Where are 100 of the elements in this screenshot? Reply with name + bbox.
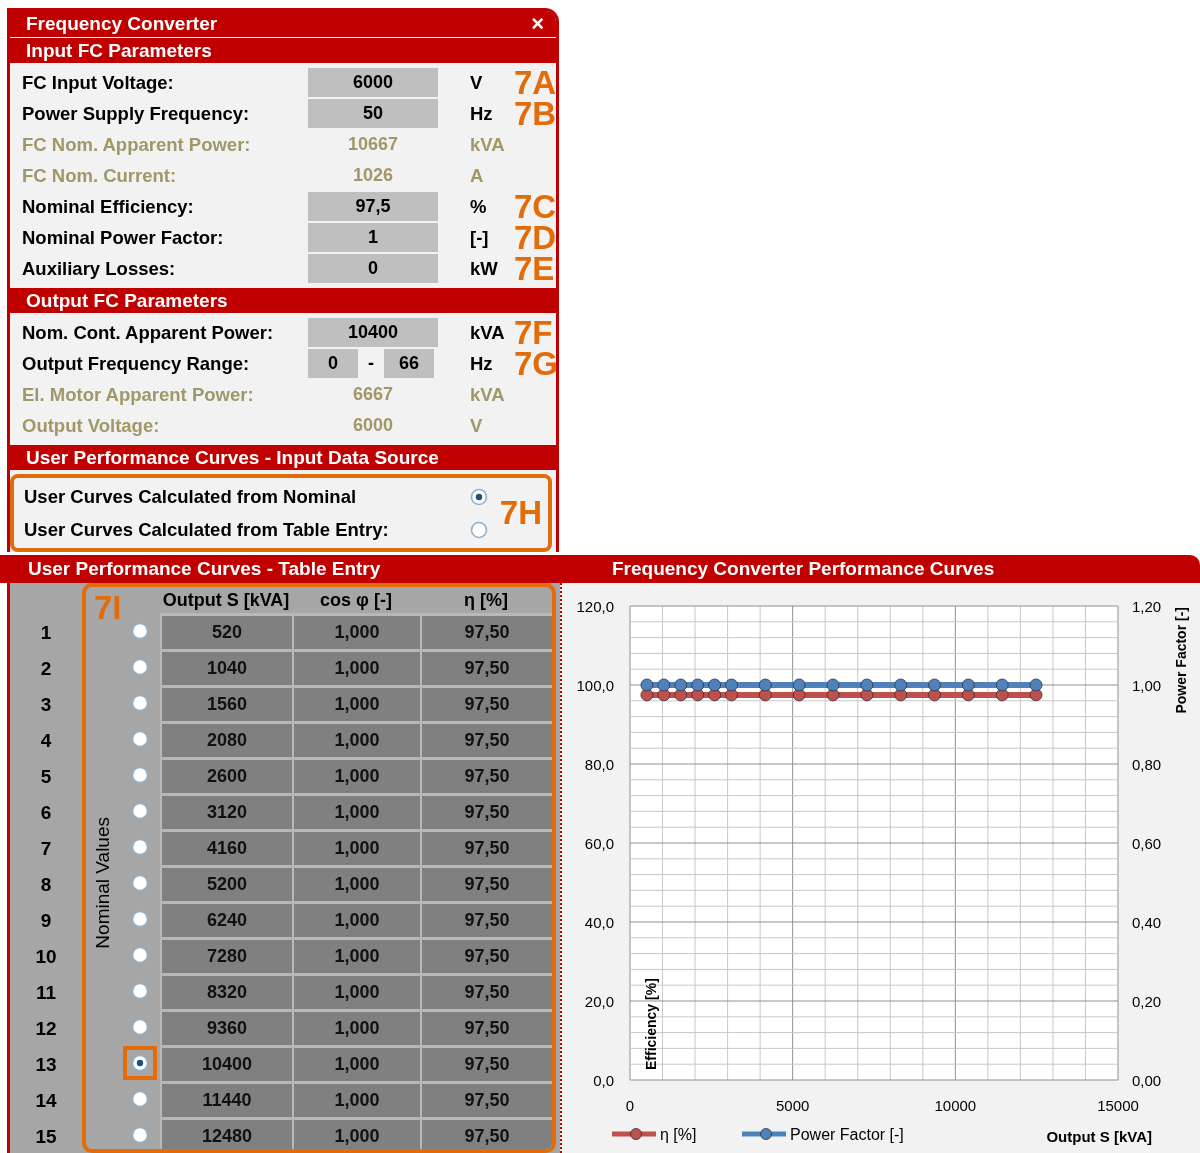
table-cell[interactable]: 97,50 [420,721,552,757]
row-number: 1 [39,621,53,645]
axis-title: Power Factor [-] [1173,607,1189,714]
input-field[interactable]: 10400 [308,318,438,347]
data-point [758,688,772,702]
table-cell[interactable]: 97,50 [420,649,552,685]
radio-button[interactable] [130,765,150,785]
table-cell[interactable]: 1,000 [292,649,420,685]
radio-button[interactable] [469,486,489,507]
field-label: El. Motor Apparent Power: [22,383,255,406]
radio-button[interactable] [130,1125,150,1145]
table-cell[interactable]: 97,50 [420,901,552,937]
radio-button[interactable] [130,981,150,1001]
option-label: User Curves Calculated from Nominal [24,485,358,508]
radio-button[interactable] [130,657,150,677]
radio-button[interactable] [130,1089,150,1109]
table-cell[interactable]: 1,000 [292,973,420,1009]
table-cell[interactable]: 1,000 [292,793,420,829]
data-point [826,678,840,692]
table-cell[interactable]: 6240 [160,901,292,937]
data-point [758,678,772,692]
table-cell[interactable]: 1,000 [292,829,420,865]
input-field[interactable]: 97,5 [308,192,438,221]
table-cell[interactable]: 97,50 [420,865,552,901]
data-point [708,688,721,702]
radio-button[interactable] [469,519,489,540]
table-cell[interactable]: 97,50 [420,1081,552,1117]
radio-button[interactable] [130,837,150,857]
radio-button[interactable] [130,621,150,641]
table-cell[interactable]: 1,000 [292,1045,420,1081]
tick-label: 40,0 [584,914,614,931]
tick-label: 0,60 [1132,835,1162,852]
radio-button[interactable] [130,1017,150,1037]
table-cell[interactable]: 7280 [160,937,292,973]
table-cell[interactable]: 97,50 [420,757,552,793]
table-cell[interactable]: 4160 [160,829,292,865]
table-cell[interactable]: 8320 [160,973,292,1009]
unit-label: V [470,71,484,94]
field-label: Output Frequency Range: [22,352,251,375]
option-label: User Curves Calculated from Table Entry: [24,518,390,541]
legend-label: η [%] [660,1126,697,1143]
table-cell[interactable]: 97,50 [420,793,552,829]
tick-label: 10000 [934,1097,977,1114]
row-number: 5 [39,765,53,789]
legend-line-icon [742,1128,786,1140]
table-cell[interactable]: 2600 [160,757,292,793]
side-label: Nominal Values [92,817,114,949]
table-cell[interactable]: 97,50 [420,1009,552,1045]
table-cell[interactable]: 1040 [160,649,292,685]
table-cell[interactable]: 1,000 [292,1081,420,1117]
radio-button[interactable] [130,693,150,713]
table-cell[interactable]: 97,50 [420,973,552,1009]
table-cell[interactable]: 1,000 [292,937,420,973]
input-field[interactable]: 0 [308,349,358,378]
radio-button[interactable] [130,801,150,821]
data-point [928,678,941,692]
table-cell[interactable]: 9360 [160,1009,292,1045]
annotation-marker: 7I [94,589,122,626]
data-point [725,678,738,692]
data-point [691,688,705,702]
table-cell[interactable]: 12480 [160,1117,292,1149]
input-field[interactable]: 66 [384,349,434,378]
input-field[interactable]: 1 [308,223,438,252]
table-cell[interactable]: 1,000 [292,757,420,793]
field-label: Auxiliary Losses: [22,257,177,280]
table-cell[interactable]: 1,000 [292,613,420,649]
input-field[interactable]: 6000 [308,68,438,97]
input-field[interactable]: 50 [308,99,438,128]
table-cell[interactable]: 5200 [160,865,292,901]
table-cell[interactable]: 520 [160,613,292,649]
table-cell[interactable]: 1,000 [292,721,420,757]
table-cell[interactable]: 1,000 [292,685,420,721]
unit-label: % [470,195,488,218]
table-cell[interactable]: 97,50 [420,613,552,649]
input-field[interactable]: 0 [308,254,438,283]
table-cell[interactable]: 1560 [160,685,292,721]
row-number: 10 [34,945,58,969]
row-number: 11 [34,981,58,1005]
table-cell[interactable]: 3120 [160,793,292,829]
table-cell[interactable]: 97,50 [420,1045,552,1081]
table-cell[interactable]: 11440 [160,1081,292,1117]
table-cell[interactable]: 1,000 [292,865,420,901]
radio-button[interactable] [130,873,150,893]
table-cell[interactable]: 1,000 [292,1009,420,1045]
table-cell[interactable]: 97,50 [420,829,552,865]
radio-button[interactable] [130,1053,150,1073]
table-cell[interactable]: 97,50 [420,937,552,973]
table-cell[interactable]: 2080 [160,721,292,757]
table-cell[interactable]: 10400 [160,1045,292,1081]
table-cell[interactable]: 1,000 [292,901,420,937]
radio-button[interactable] [130,909,150,929]
data-point [657,688,671,702]
close-button[interactable]: × [529,13,546,35]
table-cell[interactable]: 97,50 [420,685,552,721]
table-cell[interactable]: 1,000 [292,1117,420,1149]
radio-button[interactable] [130,945,150,965]
data-point [961,688,975,702]
radio-button[interactable] [130,729,150,749]
tick-label: 0,00 [1132,1072,1162,1089]
table-cell[interactable]: 97,50 [420,1117,552,1149]
